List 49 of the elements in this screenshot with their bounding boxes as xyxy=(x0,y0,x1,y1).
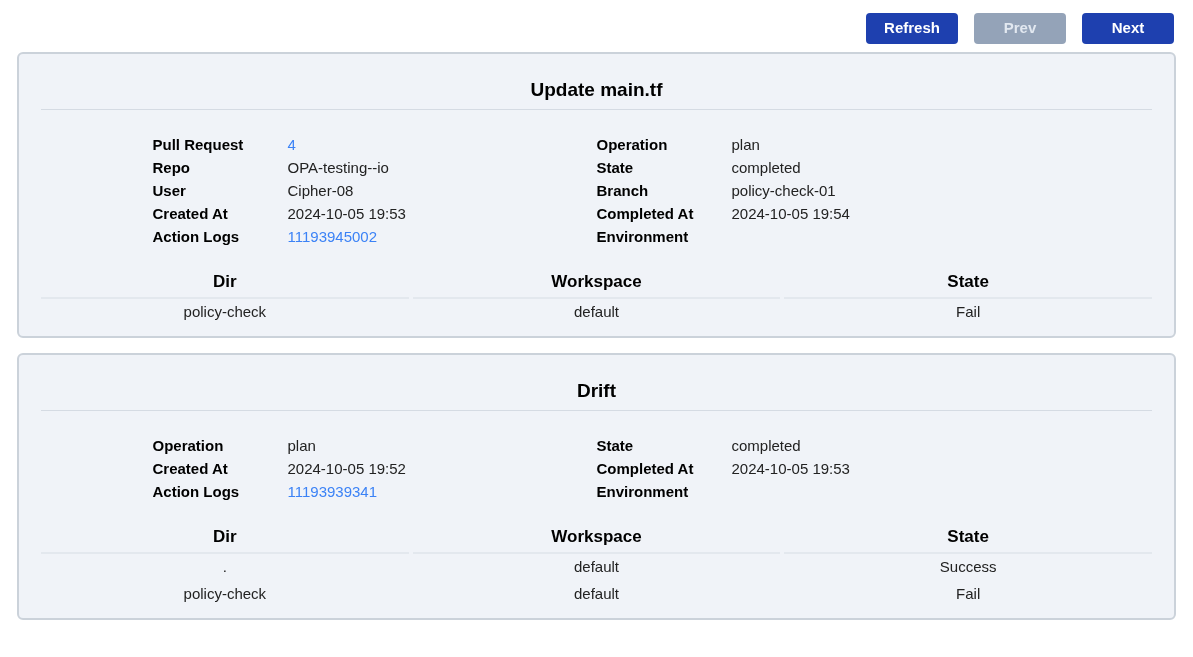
toolbar-button[interactable]: Refresh xyxy=(866,13,958,44)
table-cell-text: default xyxy=(573,584,619,605)
field-value: plan xyxy=(731,134,760,155)
field-label: Environment xyxy=(596,226,690,247)
field-value: completed xyxy=(731,435,801,456)
field-label: User xyxy=(152,180,187,201)
field-label: Operation xyxy=(152,435,225,456)
column-header: Dir xyxy=(213,271,237,291)
table-cell-text: Success xyxy=(939,557,997,578)
field-label: State xyxy=(596,435,635,456)
field-value: plan xyxy=(287,435,316,456)
field-label: Completed At xyxy=(596,458,695,479)
field-label: Created At xyxy=(152,203,229,224)
field-label: Completed At xyxy=(596,203,695,224)
field-label: Operation xyxy=(596,134,669,155)
table-cell-text: policy-check xyxy=(183,584,267,605)
field-value: 2024-10-05 19:53 xyxy=(287,203,406,224)
table-cell-text: . xyxy=(222,557,227,578)
field-value: completed xyxy=(731,157,801,178)
field-link[interactable]: 4 xyxy=(287,133,296,157)
field-label: Created At xyxy=(152,458,229,479)
field-label: Action Logs xyxy=(152,481,241,502)
table-cell-text: default xyxy=(573,557,619,578)
field-label: Branch xyxy=(596,180,650,201)
column-header: Workspace xyxy=(551,271,642,291)
table-cell-text: Fail xyxy=(956,302,981,323)
table-cell-text: default xyxy=(573,302,619,323)
field-label: State xyxy=(596,157,635,178)
card-title: Update main.tf xyxy=(530,79,663,100)
field-value: 2024-10-05 19:52 xyxy=(287,458,406,479)
field-value: OPA-testing--io xyxy=(287,157,389,178)
field-label: Environment xyxy=(596,481,690,502)
table-cell-text: policy-check xyxy=(183,302,267,323)
field-value: 2024-10-05 19:53 xyxy=(731,458,850,479)
field-label: Repo xyxy=(152,157,191,178)
field-label: Pull Request xyxy=(152,134,245,155)
card-title: Drift xyxy=(576,380,617,401)
column-header: State xyxy=(947,526,989,546)
table-cell-text: Fail xyxy=(956,584,981,605)
field-value: policy-check-01 xyxy=(731,180,836,201)
field-link[interactable]: 11193939341 xyxy=(287,480,378,504)
field-value: Cipher-08 xyxy=(287,180,354,201)
column-header: State xyxy=(947,271,989,291)
toolbar-button[interactable]: Next xyxy=(1082,13,1174,44)
field-link[interactable]: 11193945002 xyxy=(287,225,378,249)
column-header: Workspace xyxy=(551,526,642,546)
field-label: Action Logs xyxy=(152,226,241,247)
field-value: 2024-10-05 19:54 xyxy=(731,203,850,224)
column-header: Dir xyxy=(213,526,237,546)
